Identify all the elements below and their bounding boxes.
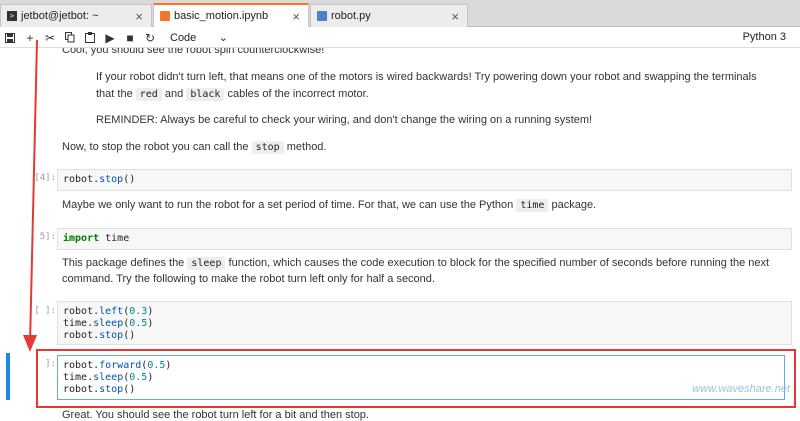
annotation-arrow: [23, 39, 38, 352]
